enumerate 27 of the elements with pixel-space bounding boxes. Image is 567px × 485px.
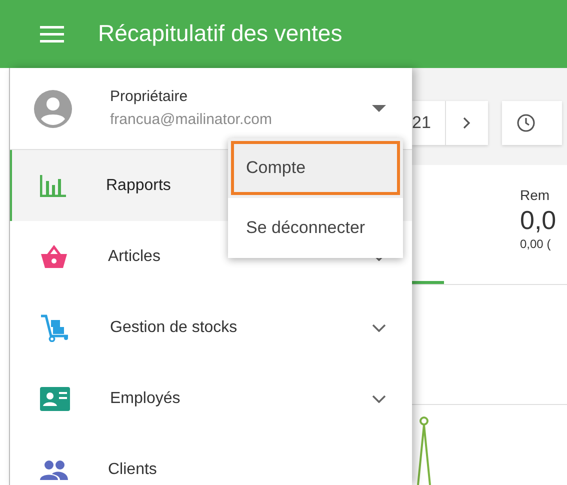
chevron-right-icon <box>462 117 471 129</box>
drawer-item[interactable]: Rapports <box>106 176 171 194</box>
metric-subvalue: 0,00 ( <box>520 236 552 253</box>
account-name: Propriétaire <box>110 87 189 107</box>
drawer-item[interactable]: Clients <box>108 460 157 478</box>
tab-indicator <box>412 281 444 284</box>
menu-icon[interactable] <box>40 25 64 43</box>
menu-item[interactable]: Compte <box>228 138 403 198</box>
chevron-down-icon[interactable] <box>372 324 386 332</box>
avatar-icon <box>34 90 72 128</box>
chart-icon <box>40 174 66 196</box>
page-title: Récapitulatif des ventes <box>98 20 342 48</box>
metric-label: Rem <box>520 186 551 205</box>
menu-item[interactable]: Se déconnecter <box>228 198 403 258</box>
time-filter-button[interactable] <box>502 101 562 145</box>
people-icon <box>40 460 68 480</box>
drawer-item[interactable]: Gestion de stocks <box>110 318 238 336</box>
id-card-icon <box>40 386 70 410</box>
account-email: francua@mailinator.com <box>110 110 273 130</box>
drawer-item[interactable]: Employés <box>110 390 180 406</box>
caret-icon[interactable] <box>372 104 386 112</box>
metric-value: 0,0 <box>520 206 558 235</box>
chevron-down-icon[interactable] <box>372 394 386 402</box>
drawer-item[interactable]: Articles <box>108 248 160 264</box>
cart-icon <box>40 314 70 342</box>
clock-icon <box>516 113 536 133</box>
basket-icon <box>40 244 68 268</box>
